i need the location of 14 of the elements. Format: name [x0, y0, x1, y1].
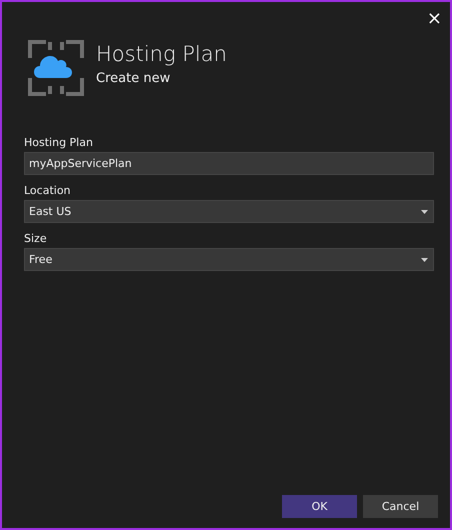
caret-icon [421, 258, 428, 262]
field-label: Hosting Plan [24, 136, 94, 149]
field-label: Size [24, 232, 48, 245]
close-button[interactable]: × [424, 8, 444, 30]
caret-icon [421, 210, 428, 214]
cancel-button[interactable]: Cancel [363, 495, 438, 518]
input-field[interactable]: myAppServicePlan [24, 152, 434, 175]
dropdown[interactable]: Free [24, 248, 434, 271]
dialog-title: Hosting Plan [96, 41, 227, 67]
ok-button[interactable]: OK [282, 495, 357, 518]
cloud-icon [28, 40, 84, 96]
dropdown[interactable]: East US [24, 200, 434, 223]
dialog-subtitle: Create new [96, 71, 172, 86]
field-label: Location [24, 184, 72, 197]
